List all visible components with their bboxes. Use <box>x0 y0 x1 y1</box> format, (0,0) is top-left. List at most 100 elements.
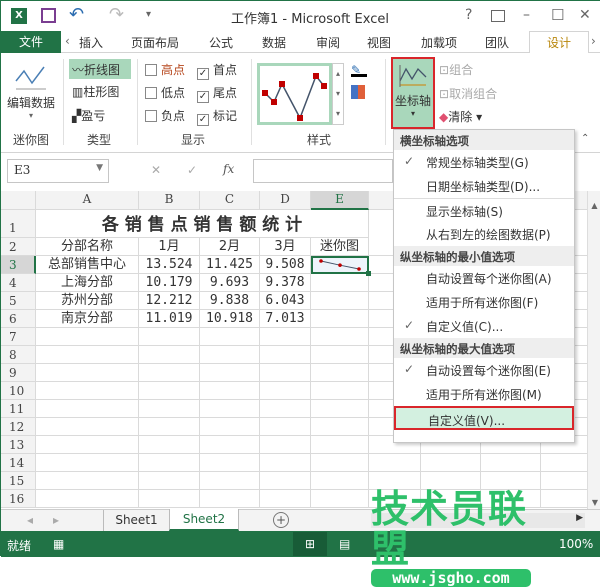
row-header[interactable]: 7 <box>1 328 36 346</box>
data-cell[interactable] <box>200 400 260 418</box>
scroll-right-icon[interactable]: › <box>591 34 596 48</box>
data-cell[interactable] <box>311 472 369 490</box>
tab-data[interactable]: 数据 <box>262 34 286 51</box>
header-cell[interactable]: 迷你图 <box>311 238 369 256</box>
data-cell[interactable] <box>260 346 311 364</box>
data-cell[interactable] <box>200 472 260 490</box>
data-cell[interactable] <box>36 436 139 454</box>
low-point-checkbox[interactable]: 低点 <box>145 84 185 101</box>
data-cell[interactable] <box>311 490 369 508</box>
data-cell[interactable] <box>36 490 139 508</box>
data-cell[interactable] <box>200 490 260 508</box>
close-button[interactable]: ✕ <box>579 7 591 23</box>
data-cell[interactable] <box>200 364 260 382</box>
data-cell[interactable]: 6.043 <box>260 292 311 310</box>
cancel-icon[interactable]: ✕ <box>151 163 161 177</box>
redo-icon[interactable]: ↷ <box>109 4 124 25</box>
data-cell[interactable] <box>311 328 369 346</box>
gallery-scroll[interactable]: ▴ ▾ ▾ <box>332 63 344 125</box>
data-cell[interactable]: 总部销售中心 <box>36 256 139 274</box>
tab-formulas[interactable]: 公式 <box>209 34 233 51</box>
data-cell[interactable]: 10.179 <box>139 274 200 292</box>
data-cell[interactable]: 9.838 <box>200 292 260 310</box>
markers-checkbox[interactable]: ✓ 标记 <box>197 107 237 126</box>
tab-view[interactable]: 视图 <box>367 34 391 51</box>
data-cell[interactable]: 12.212 <box>139 292 200 310</box>
data-cell[interactable]: 13.524 <box>139 256 200 274</box>
column-type-button[interactable]: ▥柱形图 <box>72 83 119 100</box>
data-cell[interactable] <box>541 472 587 490</box>
column-header[interactable]: C <box>200 191 260 210</box>
data-cell[interactable] <box>260 400 311 418</box>
minimize-button[interactable]: – <box>523 7 530 23</box>
data-cell[interactable] <box>139 382 200 400</box>
data-cell[interactable] <box>200 346 260 364</box>
data-cell[interactable] <box>260 364 311 382</box>
menu-item[interactable]: ✓ 常规坐标轴类型(G) <box>394 150 574 174</box>
column-header[interactable]: D <box>260 191 311 210</box>
zoom-level[interactable]: 100% <box>559 537 593 551</box>
column-header[interactable]: E <box>311 191 369 210</box>
insert-function-icon[interactable]: fx <box>223 162 234 176</box>
row-header[interactable]: 14 <box>1 454 36 472</box>
undo-icon[interactable]: ↶ <box>69 4 84 25</box>
edit-data-button[interactable]: 编辑数据 ▾ <box>6 61 56 120</box>
row-header[interactable]: 1 <box>1 210 36 238</box>
data-cell[interactable] <box>139 418 200 436</box>
ribbon-display-icon[interactable] <box>491 10 505 22</box>
menu-item[interactable]: 自定义值(V)... <box>394 406 574 430</box>
tab-file[interactable]: 文件 <box>1 31 61 53</box>
data-cell[interactable]: 11.425 <box>200 256 260 274</box>
new-sheet-icon[interactable]: + <box>273 512 289 528</box>
help-button[interactable]: ? <box>465 7 472 23</box>
data-cell[interactable] <box>311 364 369 382</box>
data-cell[interactable] <box>481 454 541 472</box>
data-cell[interactable] <box>139 436 200 454</box>
enter-icon[interactable]: ✓ <box>187 163 197 177</box>
row-header[interactable]: 9 <box>1 364 36 382</box>
marker-color-icon[interactable] <box>351 85 365 99</box>
data-cell[interactable] <box>260 382 311 400</box>
data-cell[interactable]: 7.013 <box>260 310 311 328</box>
row-header[interactable]: 12 <box>1 418 36 436</box>
data-cell[interactable] <box>36 472 139 490</box>
winloss-type-button[interactable]: ▞盈亏 <box>72 107 105 124</box>
data-cell[interactable] <box>260 454 311 472</box>
data-cell[interactable] <box>260 490 311 508</box>
vertical-scrollbar[interactable]: ▲ ▼ <box>587 191 600 509</box>
data-cell[interactable] <box>200 328 260 346</box>
data-cell[interactable] <box>139 400 200 418</box>
row-header[interactable]: 8 <box>1 346 36 364</box>
data-cell[interactable] <box>139 472 200 490</box>
style-gallery-item[interactable] <box>257 63 332 125</box>
menu-item[interactable]: 日期坐标轴类型(D)... <box>394 174 574 198</box>
menu-item[interactable]: ✓ 自动设置每个迷你图(E) <box>394 358 574 382</box>
data-cell[interactable] <box>139 346 200 364</box>
data-cell[interactable]: 11.019 <box>139 310 200 328</box>
sheet-tab-sheet2[interactable]: Sheet2 <box>169 509 239 531</box>
data-cell[interactable] <box>260 328 311 346</box>
data-cell[interactable] <box>200 382 260 400</box>
data-cell[interactable] <box>311 454 369 472</box>
data-cell[interactable]: 南京分部 <box>36 310 139 328</box>
data-cell[interactable] <box>369 454 421 472</box>
sparkline-color-icon[interactable]: ✎ <box>351 63 367 77</box>
data-cell[interactable] <box>36 382 139 400</box>
data-cell[interactable] <box>200 418 260 436</box>
data-cell[interactable]: 9.508 <box>260 256 311 274</box>
column-header[interactable]: B <box>139 191 200 210</box>
data-cell[interactable] <box>311 382 369 400</box>
last-point-checkbox[interactable]: ✓ 尾点 <box>197 84 237 103</box>
data-cell[interactable] <box>36 454 139 472</box>
data-cell[interactable] <box>139 328 200 346</box>
sheet-title[interactable]: 各 销 售 点 销 售 额 统 计 <box>36 210 369 238</box>
sheet-tab-sheet1[interactable]: Sheet1 <box>103 510 169 531</box>
row-header[interactable]: 13 <box>1 436 36 454</box>
fill-handle[interactable] <box>366 271 371 276</box>
row-header[interactable]: 6 <box>1 310 36 328</box>
row-header[interactable]: 10 <box>1 382 36 400</box>
menu-item[interactable]: 自动设置每个迷你图(A) <box>394 266 574 290</box>
data-cell[interactable] <box>36 400 139 418</box>
data-cell[interactable] <box>311 274 369 292</box>
collapse-ribbon-icon[interactable]: ⌃ <box>581 133 589 144</box>
